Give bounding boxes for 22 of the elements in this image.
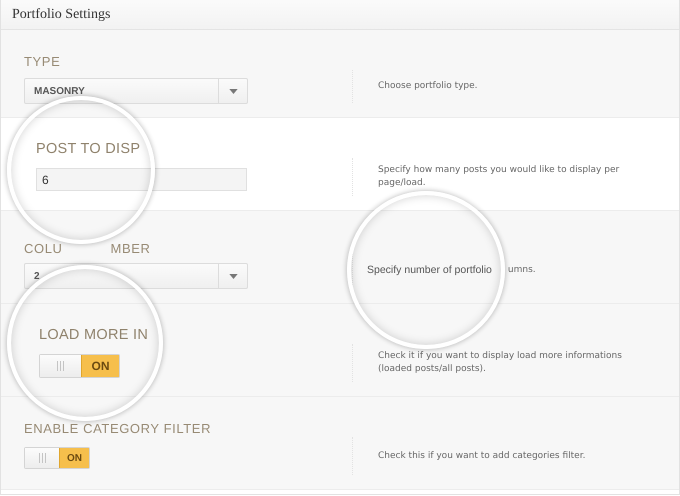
field-description: Check it if you want to display load more informations (loaded posts/all posts). — [378, 350, 623, 376]
field-description: umns. — [508, 264, 536, 276]
field-label: COLU — [24, 240, 63, 256]
field-description: Check this if you want to add categories filter. — [378, 450, 586, 462]
select-field[interactable]: MASONRY — [24, 78, 248, 104]
field-description: Choose portfolio type. — [378, 80, 478, 93]
grip-icon — [57, 361, 64, 371]
input-field[interactable]: 6 — [36, 168, 247, 191]
panel-title: Portfolio Settings — [12, 6, 110, 22]
field-description: Specify number of portfolio — [367, 264, 492, 276]
field-label: POST TO DISP — [36, 141, 140, 157]
field-label: ENABLE CATEGORY FILTER — [24, 420, 212, 436]
grip-icon — [38, 453, 46, 463]
field-label: LOAD MORE IN — [39, 327, 148, 343]
toggle-switch[interactable]: ON — [24, 447, 90, 469]
field-label: MBER — [110, 240, 150, 256]
field-label: TYPE — [24, 54, 60, 68]
caret-icon — [228, 274, 238, 278]
toggle-switch[interactable]: ON — [39, 354, 120, 378]
select-field[interactable]: 2 — [24, 263, 248, 289]
caret-icon — [228, 88, 238, 94]
field-description: Specify how many posts you would like to display per page/load. — [378, 164, 620, 190]
